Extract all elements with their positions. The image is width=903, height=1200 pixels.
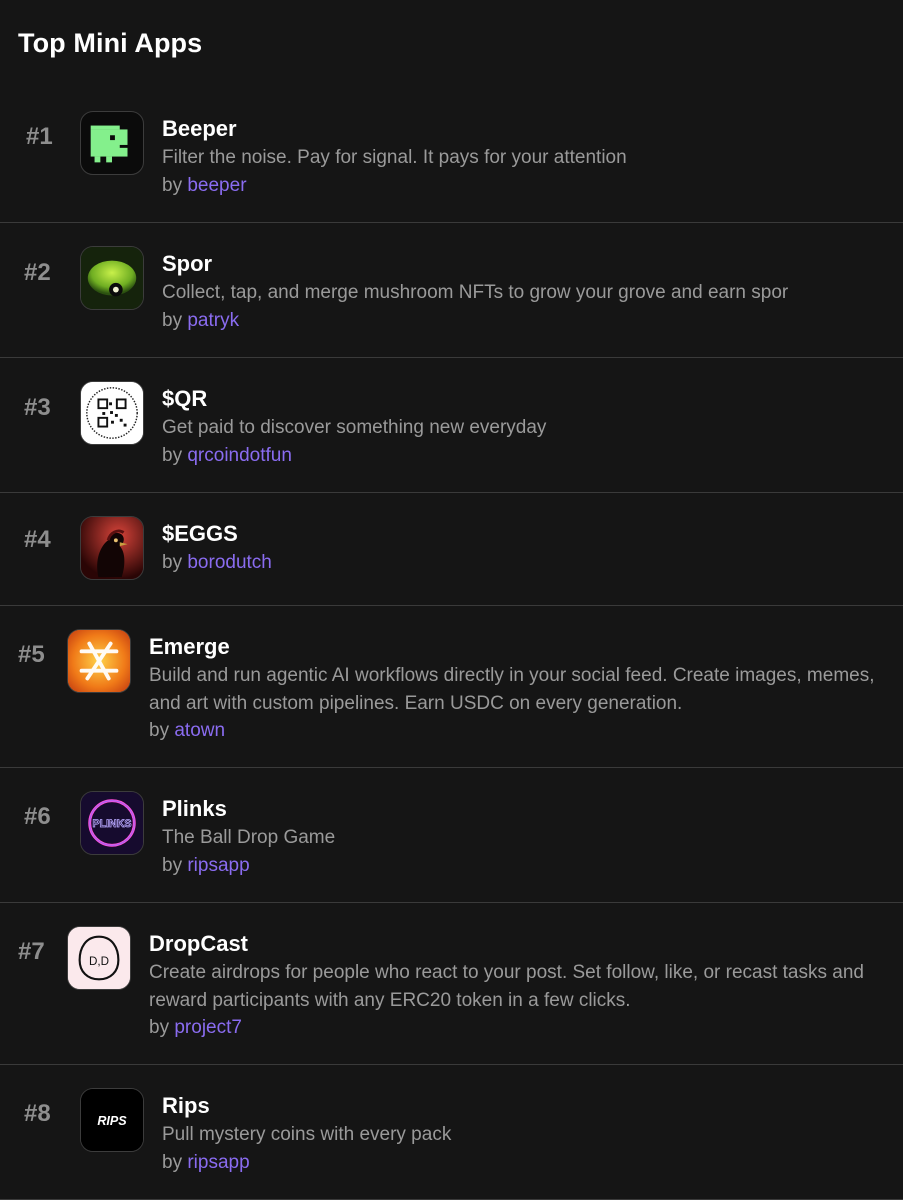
app-name[interactable]: Beeper <box>162 115 883 143</box>
plinks-icon[interactable]: PLINKS <box>80 791 144 855</box>
mini-app-list: #1 Beeper Filter the noise. Pay for sign… <box>0 88 903 1200</box>
app-name[interactable]: Rips <box>162 1092 883 1120</box>
author-link[interactable]: project7 <box>174 1017 242 1038</box>
by-label: by <box>162 309 183 331</box>
app-byline: by borodutch <box>162 549 883 577</box>
rank-label: #3 <box>24 394 51 421</box>
app-byline: by atown <box>149 717 883 745</box>
app-byline: by beeper <box>162 172 883 200</box>
app-name[interactable]: Emerge <box>149 633 883 661</box>
author-link[interactable]: beeper <box>187 175 246 196</box>
app-name[interactable]: Spor <box>162 250 883 278</box>
by-label: by <box>162 854 183 876</box>
by-label: by <box>162 174 183 196</box>
app-description: Build and run agentic AI workflows direc… <box>149 665 875 714</box>
by-label: by <box>149 1017 170 1038</box>
author-link[interactable]: borodutch <box>187 552 272 573</box>
app-byline: by qrcoindotfun <box>162 442 883 470</box>
author-link[interactable]: ripsapp <box>187 855 249 876</box>
rank-label: #5 <box>18 641 45 668</box>
author-link[interactable]: qrcoindotfun <box>187 445 292 466</box>
dropcast-face-icon[interactable]: D,D <box>67 926 131 990</box>
app-info: Emerge Build and run agentic AI workflow… <box>149 633 883 745</box>
app-name[interactable]: $EGGS <box>162 520 883 548</box>
list-item[interactable]: #8 RIPS Rips Pull mystery coins with eve… <box>0 1065 903 1200</box>
qr-code-icon[interactable] <box>80 381 144 445</box>
app-info: $EGGS by borodutch <box>162 520 883 577</box>
app-byline: by project7 <box>149 1014 883 1042</box>
rank-label: #4 <box>24 526 51 553</box>
emerge-star-icon[interactable] <box>67 629 131 693</box>
app-name[interactable]: DropCast <box>149 930 883 958</box>
by-label: by <box>162 444 183 466</box>
app-description: Filter the noise. Pay for signal. It pay… <box>162 147 627 168</box>
app-name[interactable]: $QR <box>162 385 883 413</box>
rips-logo-icon[interactable]: RIPS <box>80 1088 144 1152</box>
app-description: Create airdrops for people who react to … <box>149 962 864 1011</box>
author-link[interactable]: patryk <box>187 310 239 331</box>
rank-label: #1 <box>26 123 53 150</box>
app-name[interactable]: Plinks <box>162 795 883 823</box>
list-item[interactable]: #6 PLINKS Plinks The Ball Drop Game by r… <box>0 768 903 903</box>
rooster-icon[interactable] <box>80 516 144 580</box>
by-label: by <box>149 720 170 741</box>
author-link[interactable]: atown <box>174 720 225 741</box>
app-description: The Ball Drop Game <box>162 827 336 848</box>
app-description: Get paid to discover something new every… <box>162 417 547 438</box>
list-item[interactable]: #5 Emerge Build and run agentic AI workf… <box>0 606 903 768</box>
app-info: DropCast Create airdrops for people who … <box>149 930 883 1042</box>
app-info: Plinks The Ball Drop Game by ripsapp <box>162 795 883 879</box>
app-description: Collect, tap, and merge mushroom NFTs to… <box>162 282 789 303</box>
app-info: Rips Pull mystery coins with every pack … <box>162 1092 883 1176</box>
beeper-dino-icon[interactable] <box>80 111 144 175</box>
list-item[interactable]: #4 $EGGS by borodutch <box>0 493 903 606</box>
by-label: by <box>162 1151 183 1173</box>
plinks-icon-text: PLINKS <box>92 818 131 830</box>
author-link[interactable]: ripsapp <box>187 1152 249 1173</box>
rips-icon-text: RIPS <box>97 1114 127 1128</box>
list-item[interactable]: #3 $QR Get paid to discover something ne… <box>0 358 903 493</box>
dropcast-icon-text: D,D <box>89 955 109 968</box>
list-item[interactable]: #1 Beeper Filter the noise. Pay for sign… <box>0 88 903 223</box>
by-label: by <box>162 552 183 573</box>
rank-label: #2 <box>24 259 51 286</box>
app-byline: by ripsapp <box>162 852 883 880</box>
list-item[interactable]: #2 Spor Collect, tap, and merge mushroom… <box>0 223 903 358</box>
rank-label: #6 <box>24 803 51 830</box>
app-byline: by patryk <box>162 307 883 335</box>
rank-label: #7 <box>18 938 45 965</box>
app-info: Beeper Filter the noise. Pay for signal.… <box>162 115 883 199</box>
page-title: Top Mini Apps <box>18 28 203 58</box>
app-info: $QR Get paid to discover something new e… <box>162 385 883 469</box>
rank-label: #8 <box>24 1100 51 1127</box>
mushroom-icon[interactable] <box>80 246 144 310</box>
app-description: Pull mystery coins with every pack <box>162 1124 452 1145</box>
app-byline: by ripsapp <box>162 1149 883 1177</box>
app-info: Spor Collect, tap, and merge mushroom NF… <box>162 250 883 334</box>
list-item[interactable]: #7 D,D DropCast Create airdrops for peop… <box>0 903 903 1065</box>
